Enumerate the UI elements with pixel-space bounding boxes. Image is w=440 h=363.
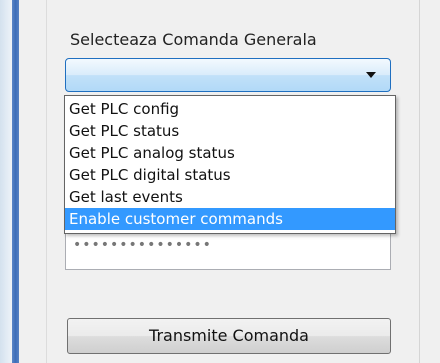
command-dropdown-list: Get PLC config Get PLC status Get PLC an… — [64, 95, 396, 234]
dropdown-item-get-last-events[interactable]: Get last events — [65, 186, 395, 208]
chevron-down-icon[interactable] — [366, 72, 376, 78]
group-border-right — [419, 0, 420, 363]
dropdown-item-get-plc-config[interactable]: Get PLC config — [65, 98, 395, 120]
window-left-edge — [0, 0, 12, 363]
dropdown-item-enable-customer-commands[interactable]: Enable customer commands — [65, 208, 395, 230]
dropdown-item-get-plc-digital-status[interactable]: Get PLC digital status — [65, 164, 395, 186]
command-select-label: Selecteaza Comanda Generala — [70, 30, 317, 49]
dropdown-item-get-plc-status[interactable]: Get PLC status — [65, 120, 395, 142]
password-masked-value: ••••••••••••••• — [73, 237, 212, 253]
command-combobox[interactable] — [65, 58, 391, 92]
group-border-left — [46, 0, 47, 363]
dropdown-item-get-plc-analog-status[interactable]: Get PLC analog status — [65, 142, 395, 164]
transmit-command-button[interactable]: Transmite Comanda — [67, 318, 391, 354]
accent-bar — [12, 0, 19, 363]
